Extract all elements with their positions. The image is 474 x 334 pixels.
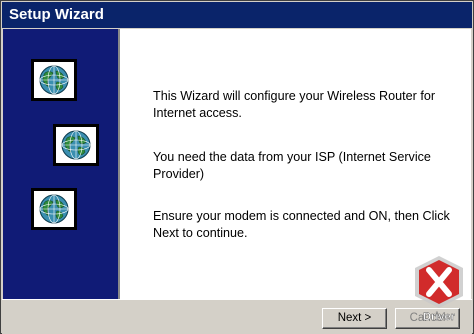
wizard-isp-text: You need the data from your ISP (Interne… — [153, 150, 431, 181]
window-title: Setup Wizard — [9, 6, 104, 23]
wizard-intro-text: This Wizard will configure your Wireless… — [153, 89, 436, 120]
svg-text:Driver: Driver — [423, 311, 456, 323]
driver-watermark-logo: Driver — [415, 256, 463, 323]
button-bar: Next > Cancel — [2, 299, 472, 334]
globe-icon — [53, 124, 99, 166]
globe-icon — [31, 59, 77, 101]
globe-icon — [31, 188, 77, 230]
wizard-side-panel — [3, 29, 120, 299]
wizard-modem-text: Ensure your modem is connected and ON, t… — [153, 209, 450, 240]
next-button[interactable]: Next > — [322, 308, 387, 329]
setup-wizard-window: Setup Wizard This Wizard will configure … — [0, 0, 474, 334]
title-bar[interactable]: Setup Wizard — [2, 2, 472, 28]
